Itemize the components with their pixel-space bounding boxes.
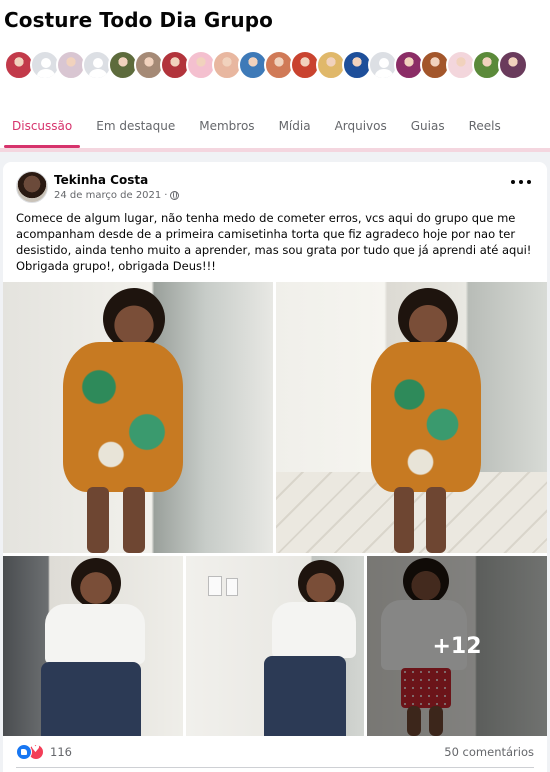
group-title[interactable]: Costure Todo Dia Grupo: [4, 8, 273, 32]
comment-count-link[interactable]: 50 comentários: [444, 745, 534, 759]
reactions-summary[interactable]: 116: [16, 744, 72, 760]
group-header: Costure Todo Dia Grupo Discussão Em dest…: [0, 0, 550, 152]
post-divider: [16, 767, 534, 768]
tab-guias[interactable]: Guias: [399, 108, 457, 152]
post-photo-2[interactable]: [276, 282, 547, 553]
member-avatar[interactable]: [498, 50, 528, 80]
post-text: Comece de algum lugar, não tenha medo de…: [16, 211, 532, 273]
meta-separator: ·: [164, 190, 168, 201]
group-tabs: Discussão Em destaque Membros Mídia Arqu…: [0, 108, 550, 152]
post-photo-5[interactable]: +12: [367, 556, 547, 736]
more-photos-overlay[interactable]: +12: [367, 556, 547, 736]
post-date[interactable]: 24 de março de 2021: [54, 190, 161, 201]
author-avatar[interactable]: [16, 171, 48, 203]
more-options-icon[interactable]: [511, 177, 531, 187]
author-name[interactable]: Tekinha Costa: [54, 173, 148, 187]
tab-membros[interactable]: Membros: [187, 108, 266, 152]
post-photo-3[interactable]: [3, 556, 183, 736]
like-reaction-icon: [16, 744, 32, 760]
tab-arquivos[interactable]: Arquivos: [323, 108, 399, 152]
member-avatar-row[interactable]: [4, 50, 528, 80]
tab-discussao[interactable]: Discussão: [0, 108, 84, 152]
tab-midia[interactable]: Mídia: [267, 108, 323, 152]
post-card: Tekinha Costa 24 de março de 2021 · Come…: [3, 162, 547, 772]
reaction-count: 116: [50, 745, 72, 759]
tab-reels[interactable]: Reels: [457, 108, 513, 152]
globe-icon: [170, 191, 180, 200]
post-meta: 24 de março de 2021 ·: [54, 190, 180, 201]
post-photo-4[interactable]: [186, 556, 364, 736]
header-divider: [0, 148, 550, 152]
tab-em-destaque[interactable]: Em destaque: [84, 108, 187, 152]
post-photo-1[interactable]: [3, 282, 273, 553]
